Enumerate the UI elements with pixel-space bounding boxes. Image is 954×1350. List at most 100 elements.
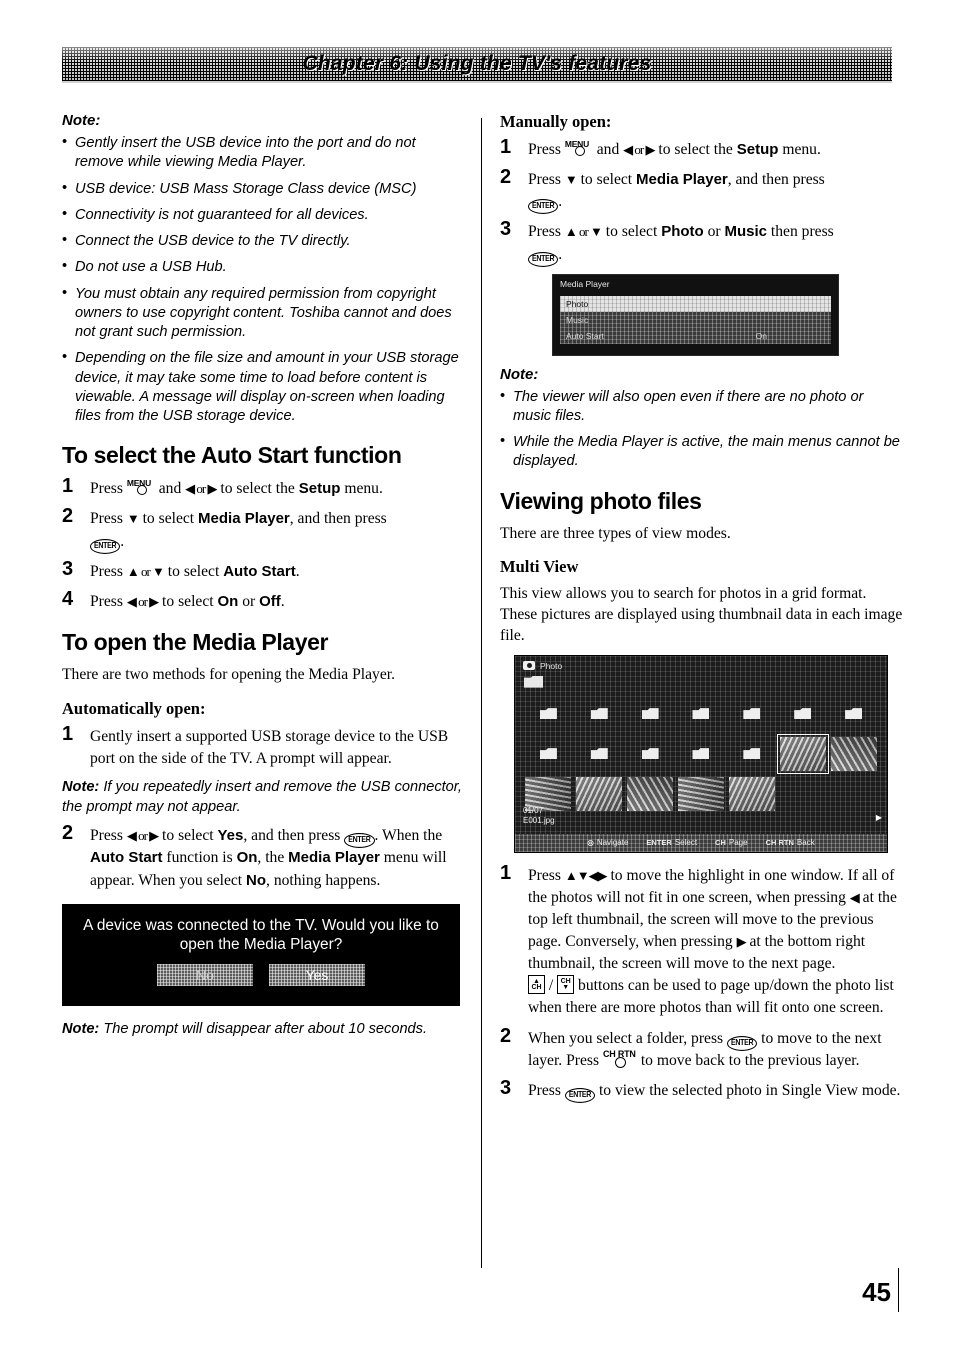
media-player-row-photo[interactable]: Photo (560, 295, 831, 312)
step-auto-1: 1 Press MENU and ◀ or ▶ to select the Se… (62, 475, 462, 500)
arrow-glyph-right: ▶ (736, 934, 747, 950)
step-auto-4: 4 Press ◀ or ▶ to select On or Off. (62, 587, 462, 613)
folder-icon (590, 708, 608, 720)
ch-rtn-key-label: CH RTN (765, 838, 794, 848)
legend-select: ENTER Select (646, 838, 698, 848)
media-player-rows: Photo Music Auto Start On (560, 295, 831, 344)
grid-cell-thumbnail[interactable] (676, 774, 727, 814)
note-label-right: Note: (500, 365, 539, 383)
right-column: Manually open: 1 Press MENU and ◀ or ▶ t… (500, 112, 905, 1110)
row-label: Auto Start (566, 330, 604, 341)
step-text: Press ▲ or ▼ to select Auto Start. (90, 562, 300, 580)
menu-key-icon: MENU (565, 139, 593, 156)
step-text: Press ▼ to select Media Player, and then… (90, 510, 387, 554)
media-player-title: Media Player (560, 278, 610, 289)
photo-screen-header: Photo (523, 661, 562, 671)
enter-key-icon: ENTER (727, 1035, 758, 1051)
list-item: Connectivity is not guaranteed for all d… (62, 205, 462, 225)
step-number: 3 (62, 557, 74, 580)
grid-cell-folder[interactable] (828, 694, 879, 734)
manual-page: Chapter 6: Using the TV's features Note:… (0, 0, 954, 1350)
ch-rtn-key-icon: CH RTN (603, 1049, 637, 1068)
arrow-glyphs: ▲ or ▼ (564, 224, 603, 240)
media-player-screenshot: Media Player Photo Music Auto Start On (552, 273, 839, 356)
step-number: 4 (62, 587, 74, 610)
grid-cell-empty (828, 774, 879, 814)
photo-thumbnail (677, 776, 724, 811)
media-player-row-auto-start[interactable]: Auto Start On (560, 327, 831, 344)
multi-view-text: This view allows you to search for photo… (500, 585, 903, 644)
grid-cell-thumbnail[interactable] (828, 734, 879, 774)
prompt-no-button[interactable]: No (157, 964, 253, 987)
step-text: When you select a folder, press ENTER to… (528, 1029, 882, 1069)
prompt-buttons: No Yes (63, 964, 459, 987)
grid-cell-folder[interactable] (625, 694, 676, 734)
note-bottom-prompt: Note: The prompt will disappear after ab… (62, 1021, 428, 1038)
step-number: 3 (500, 218, 512, 241)
media-player-row-music[interactable]: Music (560, 311, 831, 328)
step-text: Press ▲▼◀▶ to move the highlight in one … (528, 866, 897, 1017)
next-page-arrow-icon[interactable]: ▶ (876, 813, 882, 822)
grid-cell-thumbnail-selected[interactable] (776, 733, 829, 774)
note-inline-usb: Note: If you repeatedly insert and remov… (62, 778, 462, 815)
step-text: Press ◀ or ▶ to select Yes, and then pre… (90, 827, 447, 889)
page-number: 45 (862, 1277, 891, 1307)
parent-folder-icon[interactable] (524, 675, 543, 688)
file-index: 01/07 (523, 805, 544, 815)
chapter-header-bar: Chapter 6: Using the TV's features (62, 47, 892, 81)
enter-key-icon: ENTER (528, 199, 559, 215)
arrow-glyphs: ◀ or ▶ (126, 828, 159, 844)
grid-cell-thumbnail[interactable] (726, 774, 777, 814)
photo-thumbnail (728, 776, 775, 811)
grid-cell-folder[interactable] (625, 734, 676, 774)
arrow-glyphs: ◀ or ▶ (185, 481, 217, 497)
grid-cell-folder[interactable] (726, 694, 777, 734)
step-manual-2: 2 Press ▼ to select Media Player, and th… (500, 166, 905, 215)
viewing-intro-text: There are three types of view modes. (500, 524, 731, 542)
folder-icon (743, 708, 761, 720)
grid-cell-folder[interactable] (676, 734, 727, 774)
grid-cell-folder[interactable] (523, 694, 574, 734)
list-item: You must obtain any required permission … (62, 284, 462, 343)
file-name: E001.jpg (523, 815, 555, 825)
step-text: Gently insert a supported USB storage de… (90, 727, 449, 767)
viewer-note-list: The viewer will also open even if there … (500, 387, 905, 472)
step-text: Press MENU and ◀ or ▶ to select the Setu… (90, 478, 383, 498)
heading-auto-start: To select the Auto Start function (62, 442, 402, 469)
prompt-yes-button[interactable]: Yes (269, 964, 365, 987)
grid-cell-folder[interactable] (777, 694, 828, 734)
step-grid-1: 1 Press ▲▼◀▶ to move the highlight in on… (500, 862, 905, 1020)
grid-cell-folder[interactable] (574, 734, 625, 774)
step-text: Press ◀ or ▶ to select On or Off. (90, 592, 285, 610)
step-text: Press ENTER to view the selected photo i… (528, 1082, 900, 1103)
grid-cell-folder[interactable] (726, 734, 777, 774)
enter-key-icon: ENTER (528, 251, 559, 267)
row-value: On (755, 330, 767, 341)
row-label: Photo (566, 298, 589, 309)
list-item: Gently insert the USB device into the po… (62, 133, 462, 173)
row-label: Music (566, 314, 589, 325)
tv-prompt-dialog: A device was connected to the TV. Would … (62, 903, 460, 1006)
page-number-rule (898, 1268, 899, 1312)
usb-note-list: Gently insert the USB device into the po… (62, 133, 462, 426)
enter-key-icon: ENTER (564, 1087, 596, 1103)
folder-icon (743, 748, 761, 760)
grid-cell-folder[interactable] (574, 694, 625, 734)
grid-cell-thumbnail[interactable] (574, 774, 625, 814)
grid-cell-thumbnail[interactable] (625, 774, 676, 814)
folder-icon (692, 748, 710, 760)
folder-icon (692, 708, 710, 720)
prompt-message: A device was connected to the TV. Would … (83, 916, 439, 954)
folder-icon (590, 748, 608, 760)
chapter-title: Chapter 6: Using the TV's features (302, 52, 652, 75)
enter-key-label: ENTER (646, 838, 672, 848)
grid-cell-empty (777, 774, 828, 814)
list-item: While the Media Player is active, the ma… (500, 432, 905, 472)
step-auto-2: 2 Press ▼ to select Media Player, and th… (62, 505, 462, 554)
grid-cell-folder[interactable] (676, 694, 727, 734)
heading-open-media-player: To open the Media Player (62, 628, 329, 655)
folder-icon (794, 708, 812, 720)
arrow-glyphs: ▲▼◀▶ (564, 867, 608, 883)
photo-thumbnail (830, 736, 877, 771)
grid-cell-folder[interactable] (523, 734, 574, 774)
